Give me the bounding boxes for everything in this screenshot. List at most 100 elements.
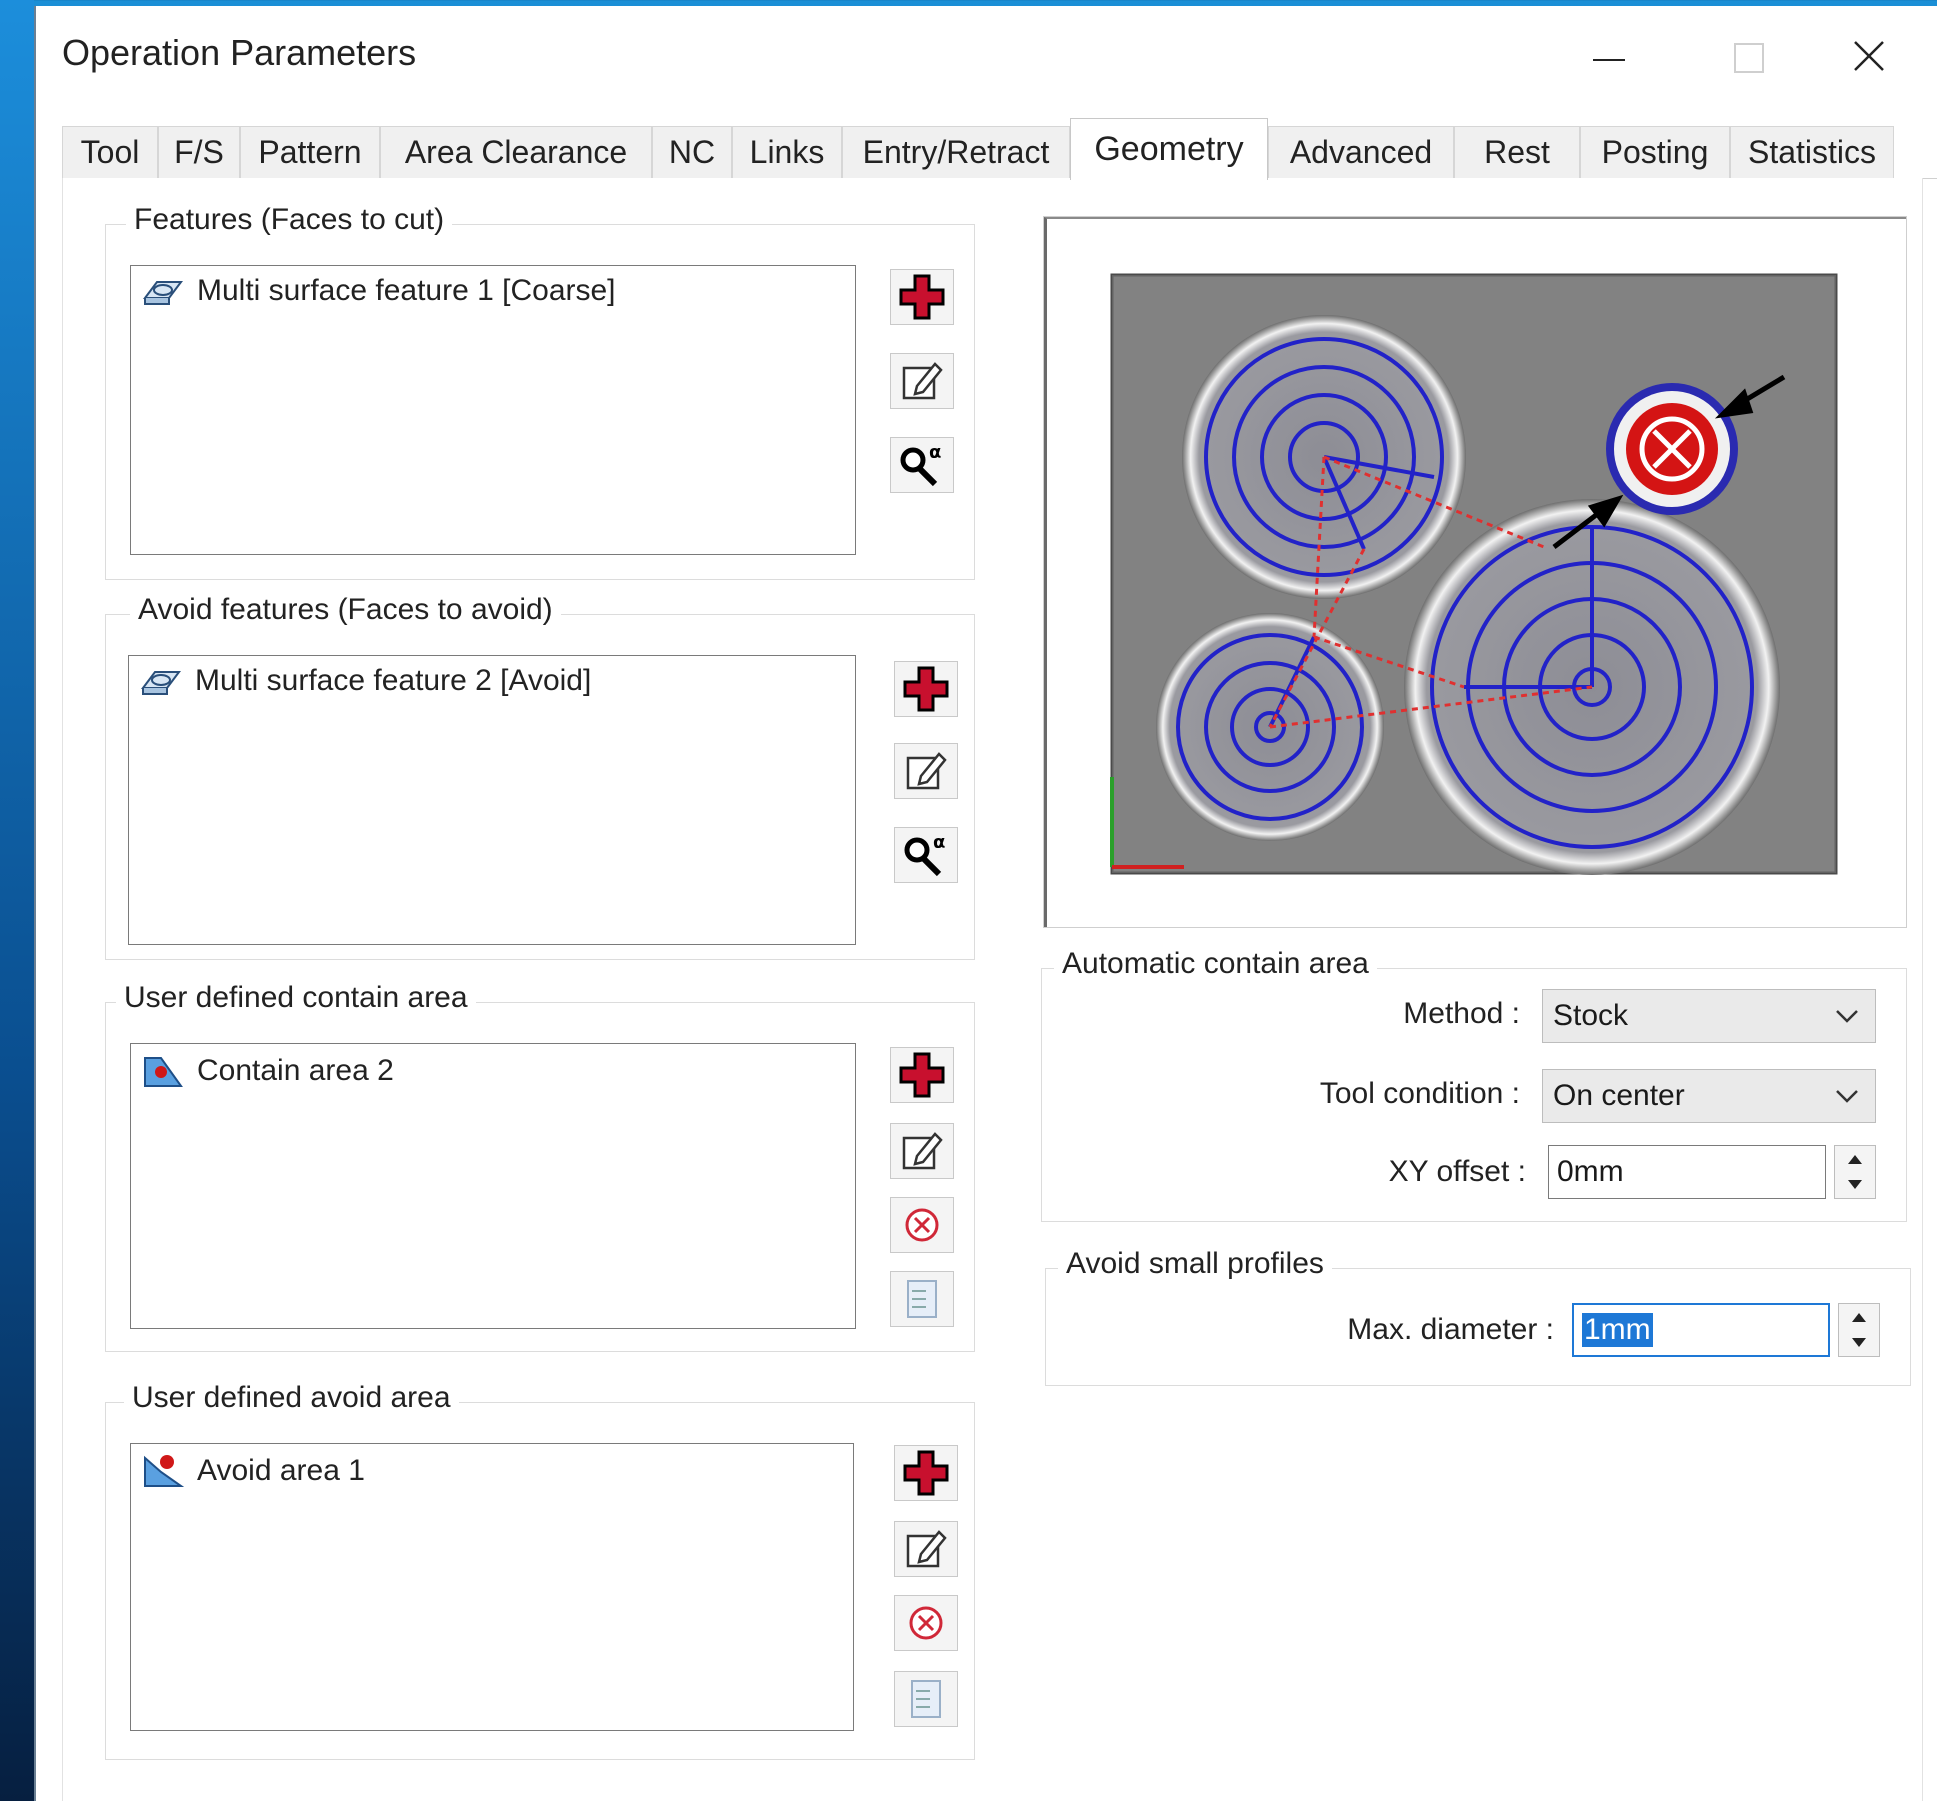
chevron-down-icon [1836, 1090, 1858, 1103]
svg-text:α: α [929, 442, 941, 463]
delete-contain-area-button[interactable] [890, 1197, 954, 1253]
properties-contain-area-button[interactable] [890, 1271, 954, 1327]
edit-feature-button[interactable] [890, 353, 954, 409]
close-icon [1854, 41, 1884, 71]
chevron-down-icon [1836, 1010, 1858, 1023]
max-diameter-label: Max. diameter : [1347, 1313, 1554, 1346]
xy-offset-label: XY offset : [1388, 1155, 1526, 1188]
delete-avoid-area-button[interactable] [894, 1595, 958, 1651]
edit-avoid-area-button[interactable] [894, 1521, 958, 1577]
properties-avoid-area-button[interactable] [894, 1671, 958, 1727]
edit-avoid-feature-button[interactable] [894, 743, 958, 799]
add-icon [899, 274, 945, 320]
avoid-area-icon [144, 1455, 185, 1487]
max-diameter-input[interactable]: 1mm [1572, 1303, 1830, 1357]
tool-condition-value: On center [1553, 1079, 1685, 1112]
add-icon [903, 666, 949, 712]
feature-item-label: Multi surface feature 1 [Coarse] [197, 274, 616, 307]
tab-strip: Tool F/S Pattern Area Clearance NC Links… [62, 118, 1937, 180]
add-icon [899, 1052, 945, 1098]
avoid-feature-item-label: Multi surface feature 2 [Avoid] [195, 664, 592, 697]
tool-condition-label: Tool condition : [1319, 1077, 1520, 1110]
add-icon [903, 1450, 949, 1496]
contain-area-list[interactable]: Contain area 2 [130, 1043, 856, 1329]
contain-area-icon [144, 1057, 183, 1087]
avoid-area-item-label: Avoid area 1 [197, 1454, 365, 1487]
select-avoid-feature-button[interactable]: α [894, 827, 958, 883]
edit-icon [906, 1530, 947, 1568]
arrow-down-icon [1848, 1180, 1862, 1189]
add-avoid-feature-button[interactable] [894, 661, 958, 717]
xy-offset-increment[interactable] [1835, 1146, 1875, 1172]
list-properties-icon [911, 1680, 941, 1718]
features-group-label: Features (Faces to cut) [126, 203, 453, 237]
desktop-background [0, 0, 34, 1801]
arrow-up-icon [1852, 1313, 1866, 1322]
tab-advanced[interactable]: Advanced [1268, 126, 1454, 178]
contain-area-group: User defined contain area Contain area 2 [105, 981, 975, 1352]
avoid-area-group: User defined avoid area Avoid area 1 [105, 1381, 975, 1760]
tool-condition-dropdown[interactable]: On center [1542, 1069, 1876, 1123]
search-select-icon: α [904, 832, 945, 877]
delete-icon [905, 1208, 939, 1242]
method-dropdown[interactable]: Stock [1542, 989, 1876, 1043]
xy-offset-decrement[interactable] [1835, 1172, 1875, 1198]
add-avoid-area-button[interactable] [894, 1445, 958, 1501]
max-diameter-stepper[interactable] [1838, 1303, 1880, 1357]
minimize-button[interactable] [1539, 16, 1679, 96]
arrow-up-icon [1848, 1155, 1862, 1164]
tab-geometry[interactable]: Geometry [1070, 118, 1268, 180]
automatic-contain-area-label: Automatic contain area [1054, 947, 1377, 981]
list-item[interactable]: Avoid area 1 [141, 1452, 365, 1490]
avoid-area-list[interactable]: Avoid area 1 [130, 1443, 854, 1731]
avoid-features-list[interactable]: Multi surface feature 2 [Avoid] [128, 655, 856, 945]
maximize-icon [1734, 43, 1764, 73]
tab-area-clearance[interactable]: Area Clearance [380, 126, 652, 178]
svg-text:α: α [933, 832, 945, 853]
contain-area-item-label: Contain area 2 [197, 1054, 394, 1087]
tab-tool[interactable]: Tool [62, 126, 158, 178]
tab-rest[interactable]: Rest [1454, 126, 1580, 178]
avoid-features-group: Avoid features (Faces to avoid) Multi su… [105, 593, 975, 960]
tab-pattern[interactable]: Pattern [240, 126, 380, 178]
list-item[interactable]: Multi surface feature 1 [Coarse] [141, 274, 616, 308]
tab-statistics[interactable]: Statistics [1730, 126, 1894, 178]
max-diameter-decrement[interactable] [1839, 1330, 1879, 1356]
multi-surface-feature-icon [141, 671, 181, 695]
edit-icon [906, 752, 947, 790]
features-list[interactable]: Multi surface feature 1 [Coarse] [130, 265, 856, 555]
tab-nc[interactable]: NC [652, 126, 732, 178]
dialog-title: Operation Parameters [62, 32, 417, 73]
edit-icon [902, 362, 943, 400]
add-feature-button[interactable] [890, 269, 954, 325]
method-value: Stock [1553, 999, 1629, 1032]
list-properties-icon [907, 1280, 937, 1318]
add-contain-area-button[interactable] [890, 1047, 954, 1103]
search-select-icon: α [900, 442, 941, 487]
toolpath-preview-image [1110, 273, 1838, 875]
avoid-small-profiles-group: Avoid small profiles Max. diameter : 1mm [1045, 1247, 1911, 1386]
list-item[interactable]: Contain area 2 [141, 1052, 394, 1090]
xy-offset-stepper[interactable] [1834, 1145, 1876, 1199]
contain-area-group-label: User defined contain area [116, 981, 476, 1015]
tab-posting[interactable]: Posting [1580, 126, 1730, 178]
arrow-down-icon [1852, 1338, 1866, 1347]
multi-surface-feature-icon [143, 281, 183, 305]
tab-links[interactable]: Links [732, 126, 842, 178]
xy-offset-input[interactable]: 0mm [1548, 1145, 1826, 1199]
tab-fs[interactable]: F/S [158, 126, 240, 178]
avoid-area-group-label: User defined avoid area [124, 1381, 459, 1415]
avoid-features-group-label: Avoid features (Faces to avoid) [130, 593, 561, 627]
avoid-small-profiles-label: Avoid small profiles [1058, 1247, 1332, 1281]
edit-contain-area-button[interactable] [890, 1123, 954, 1179]
delete-icon [909, 1606, 943, 1640]
list-item[interactable]: Multi surface feature 2 [Avoid] [139, 664, 591, 698]
max-diameter-value: 1mm [1582, 1313, 1653, 1347]
select-feature-button[interactable]: α [890, 437, 954, 493]
max-diameter-increment[interactable] [1839, 1304, 1879, 1330]
tab-entry-retract[interactable]: Entry/Retract [842, 126, 1070, 178]
method-label: Method : [1403, 997, 1520, 1030]
close-button[interactable] [1799, 16, 1937, 96]
edit-icon [902, 1132, 943, 1170]
maximize-button[interactable] [1679, 16, 1819, 96]
